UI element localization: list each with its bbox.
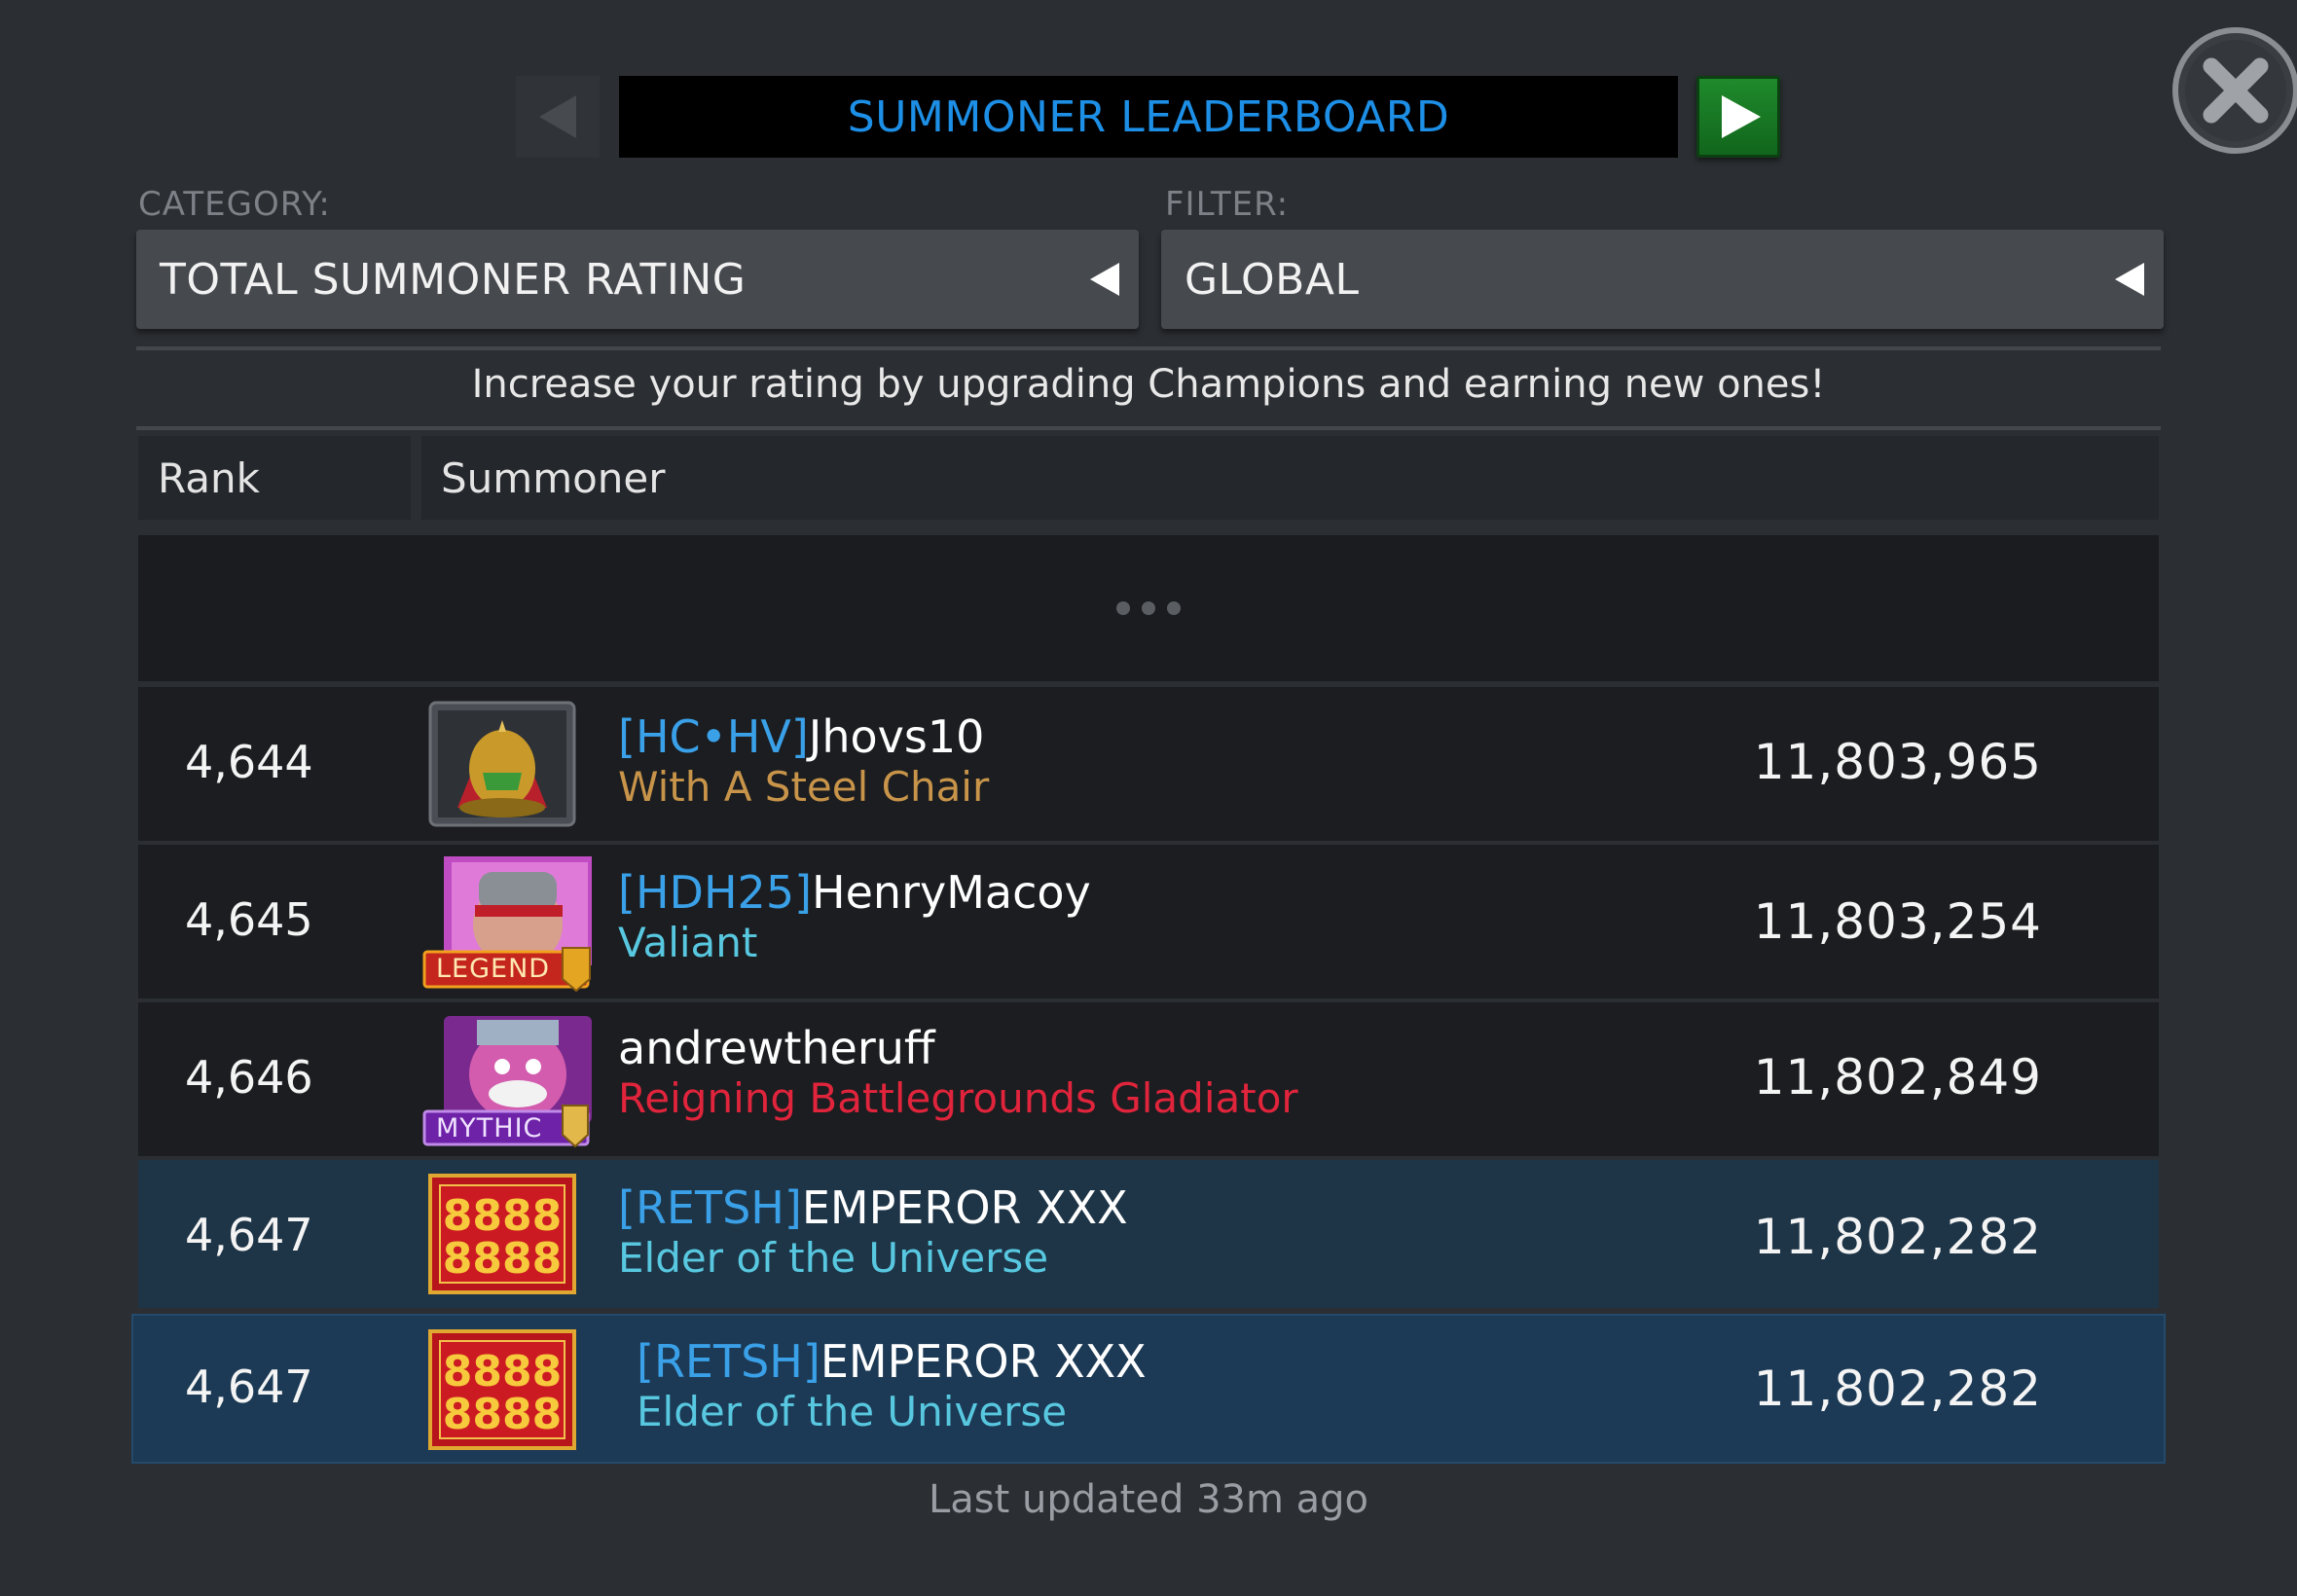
rating-value: 11,802,849 [1753,1049,2042,1106]
rating-value: 11,803,254 [1753,893,2042,950]
close-x-icon [2172,27,2297,154]
summoner-title: Reigning Battlegrounds Gladiator [618,1074,1298,1122]
summoner-name[interactable]: [HC•HV]Jhovs10 [618,710,984,763]
leaderboard-row[interactable]: 4,644 [HC•HV]Jhovs10 With A Steel Chair … [138,687,2159,841]
summoner-name[interactable]: andrewtheruff [618,1022,935,1074]
username: EMPEROR XXX [801,1181,1128,1234]
rank-value: 4,645 [185,893,313,946]
alliance-tag: [HC•HV] [618,710,809,763]
rank-value: 4,647 [185,1360,313,1413]
alliance-tag: [HDH25] [618,866,813,919]
last-updated-text: Last updated 33m ago [928,1477,1369,1522]
triangle-left-icon [539,95,576,138]
leaderboard-row[interactable]: 4,645 LEGEND [HDH25]HenryMacoy Valiant 1… [138,845,2159,998]
alliance-tag: [RETSH] [637,1335,820,1388]
ellipsis-dot [1116,601,1130,615]
svg-text:8888: 8888 [443,1390,562,1439]
summoner-name[interactable]: [HDH25]HenryMacoy [618,866,1091,919]
filter-value: GLOBAL [1185,254,1360,305]
hint-text: Increase your rating by upgrading Champi… [471,362,1826,407]
username: Jhovs10 [808,710,985,763]
summoner-name[interactable]: [RETSH]EMPEROR XXX [637,1335,1147,1388]
summoner-title: Elder of the Universe [637,1388,1068,1435]
username: EMPEROR XXX [820,1335,1147,1388]
leaderboard-title-bar: SUMMONER LEADERBOARD [619,76,1678,158]
summoner-title: Elder of the Universe [618,1234,1049,1282]
leaderboard-row-current-user[interactable]: 4,647 8888 8888 [RETSH]EMPEROR XXX Elder… [138,1160,2159,1308]
summoner-title: With A Steel Chair [618,763,990,811]
warrior-avatar: LEGEND [422,854,592,997]
rating-value: 11,803,965 [1753,734,2042,790]
triangle-right-icon [1722,95,1761,138]
close-button[interactable] [2170,25,2297,156]
svg-text:8888: 8888 [443,1234,562,1284]
page-title: SUMMONER LEADERBOARD [847,91,1450,142]
category-dropdown[interactable]: TOTAL SUMMONER RATING [136,230,1139,329]
alliance-tag: [RETSH] [618,1181,802,1234]
filter-label: FILTER: [1165,185,1290,224]
column-header-rank: Rank [138,436,411,520]
rating-value: 11,802,282 [1753,1360,2042,1417]
rank-value: 4,647 [185,1209,313,1261]
load-more-ellipsis[interactable] [138,535,2159,681]
next-board-button[interactable] [1696,76,1780,158]
leaderboard-row[interactable]: 4,646 MYTHIC andrewtheruff Reigning Batt… [138,1002,2159,1156]
pink-creature-avatar: MYTHIC [422,1010,592,1152]
rank-value: 4,644 [185,736,313,788]
username: andrewtheruff [618,1022,935,1074]
prev-board-button[interactable] [516,76,600,158]
divider [136,426,2161,430]
ellipsis-dot [1142,601,1155,615]
summoner-name[interactable]: [RETSH]EMPEROR XXX [618,1181,1128,1234]
rank-value: 4,646 [185,1051,313,1104]
summoner-title: Valiant [618,919,758,966]
divider [136,346,2161,350]
8888-avatar: 8888 8888 [428,1174,576,1298]
filter-dropdown[interactable]: GLOBAL [1161,230,2164,329]
pinned-self-row[interactable]: 4,647 8888 8888 [RETSH]EMPEROR XXX Elder… [133,1316,2164,1462]
category-value: TOTAL SUMMONER RATING [160,254,747,305]
caret-left-icon [2115,263,2144,296]
caret-left-icon [1090,263,1119,296]
username: HenryMacoy [812,866,1091,919]
category-label: CATEGORY: [138,185,331,224]
rating-value: 11,802,282 [1753,1209,2042,1265]
column-header-summoner: Summoner [421,436,2159,520]
8888-avatar: 8888 8888 [428,1329,576,1454]
ellipsis-dot [1167,601,1181,615]
golden-helmet-avatar [428,701,576,827]
badge-legend: LEGEND [436,954,551,984]
badge-mythic: MYTHIC [436,1113,543,1143]
